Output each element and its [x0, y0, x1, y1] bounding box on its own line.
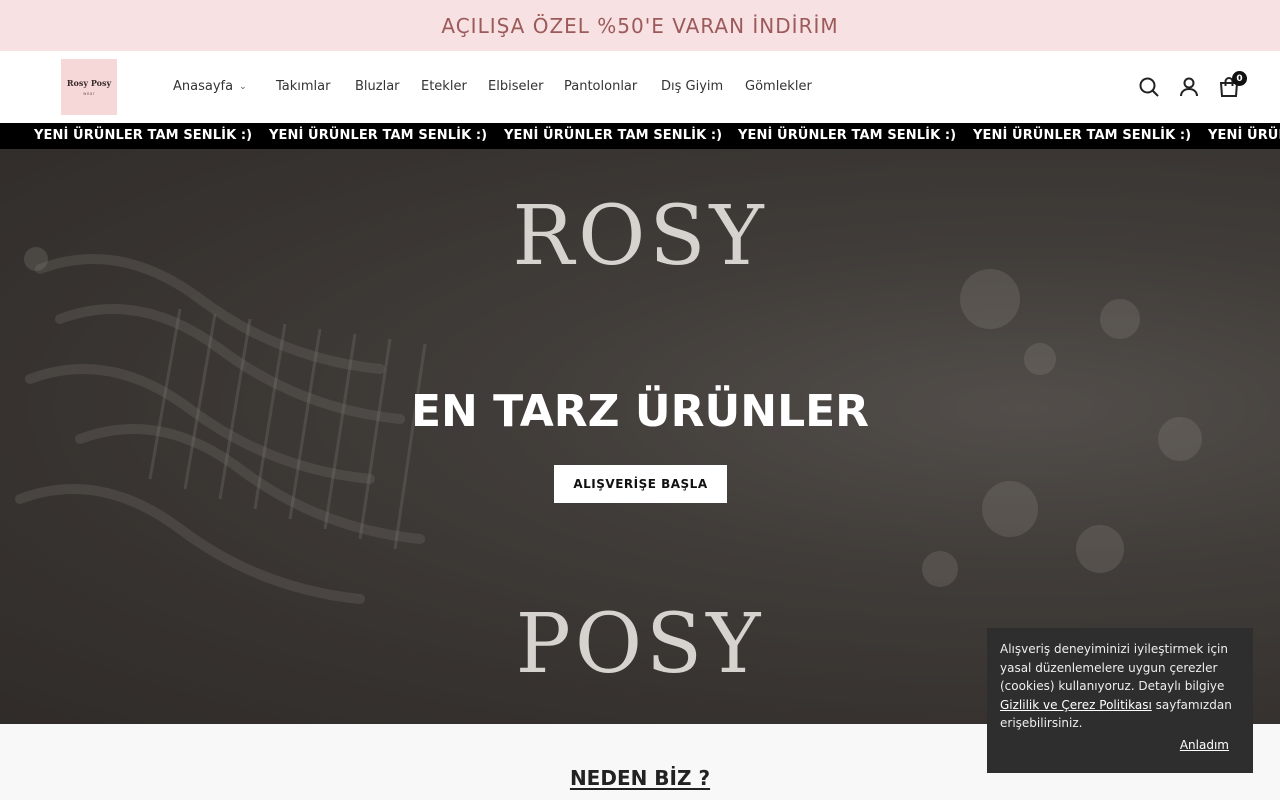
site-header: Rosy Posy wear Anasayfa ⌄ Takımlar Bluzla… — [0, 51, 1280, 123]
ticker-item: YENİ ÜRÜNLER TAM SENLİK :) — [34, 128, 253, 143]
shopping-bag-icon[interactable]: 0 — [1217, 71, 1247, 99]
search-icon[interactable] — [1137, 75, 1161, 99]
cookie-text-before: Alışveriş deneyiminizi iyileştirmek için… — [1000, 642, 1228, 694]
ticker-item: YENİ ÜRÜNLER TAM SENLİK :) — [504, 128, 723, 143]
announcement-text: AÇILIŞA ÖZEL %50'E VARAN İNDİRİM — [441, 13, 839, 38]
hero-title: EN TARZ ÜRÜNLER — [410, 386, 870, 437]
hero-brand-top: ROSY — [512, 189, 768, 284]
ticker-item: YENİ ÜRÜN — [1208, 128, 1280, 143]
announcement-bar: AÇILIŞA ÖZEL %50'E VARAN İNDİRİM — [0, 0, 1280, 51]
start-shopping-button[interactable]: ALIŞVERİŞE BAŞLA — [554, 465, 727, 503]
user-icon[interactable] — [1177, 75, 1201, 99]
ticker-item: YENİ ÜRÜNLER TAM SENLİK :) — [973, 128, 1192, 143]
privacy-policy-link[interactable]: Gizlilik ve Çerez Politikası — [1000, 698, 1152, 712]
ticker-item: YENİ ÜRÜNLER TAM SENLİK :) — [738, 128, 957, 143]
ticker-item: YENİ ÜRÜNLER TAM SENLİK :) — [269, 128, 488, 143]
cookie-banner: Alışveriş deneyiminizi iyileştirmek için… — [987, 628, 1253, 773]
cart-count-badge: 0 — [1232, 71, 1247, 86]
marquee-ticker: YENİ ÜRÜNLER TAM SENLİK :) YENİ ÜRÜNLER … — [0, 123, 1280, 149]
cookie-accept-button[interactable]: Anladım — [1180, 736, 1229, 755]
header-actions: 0 — [0, 51, 1280, 123]
